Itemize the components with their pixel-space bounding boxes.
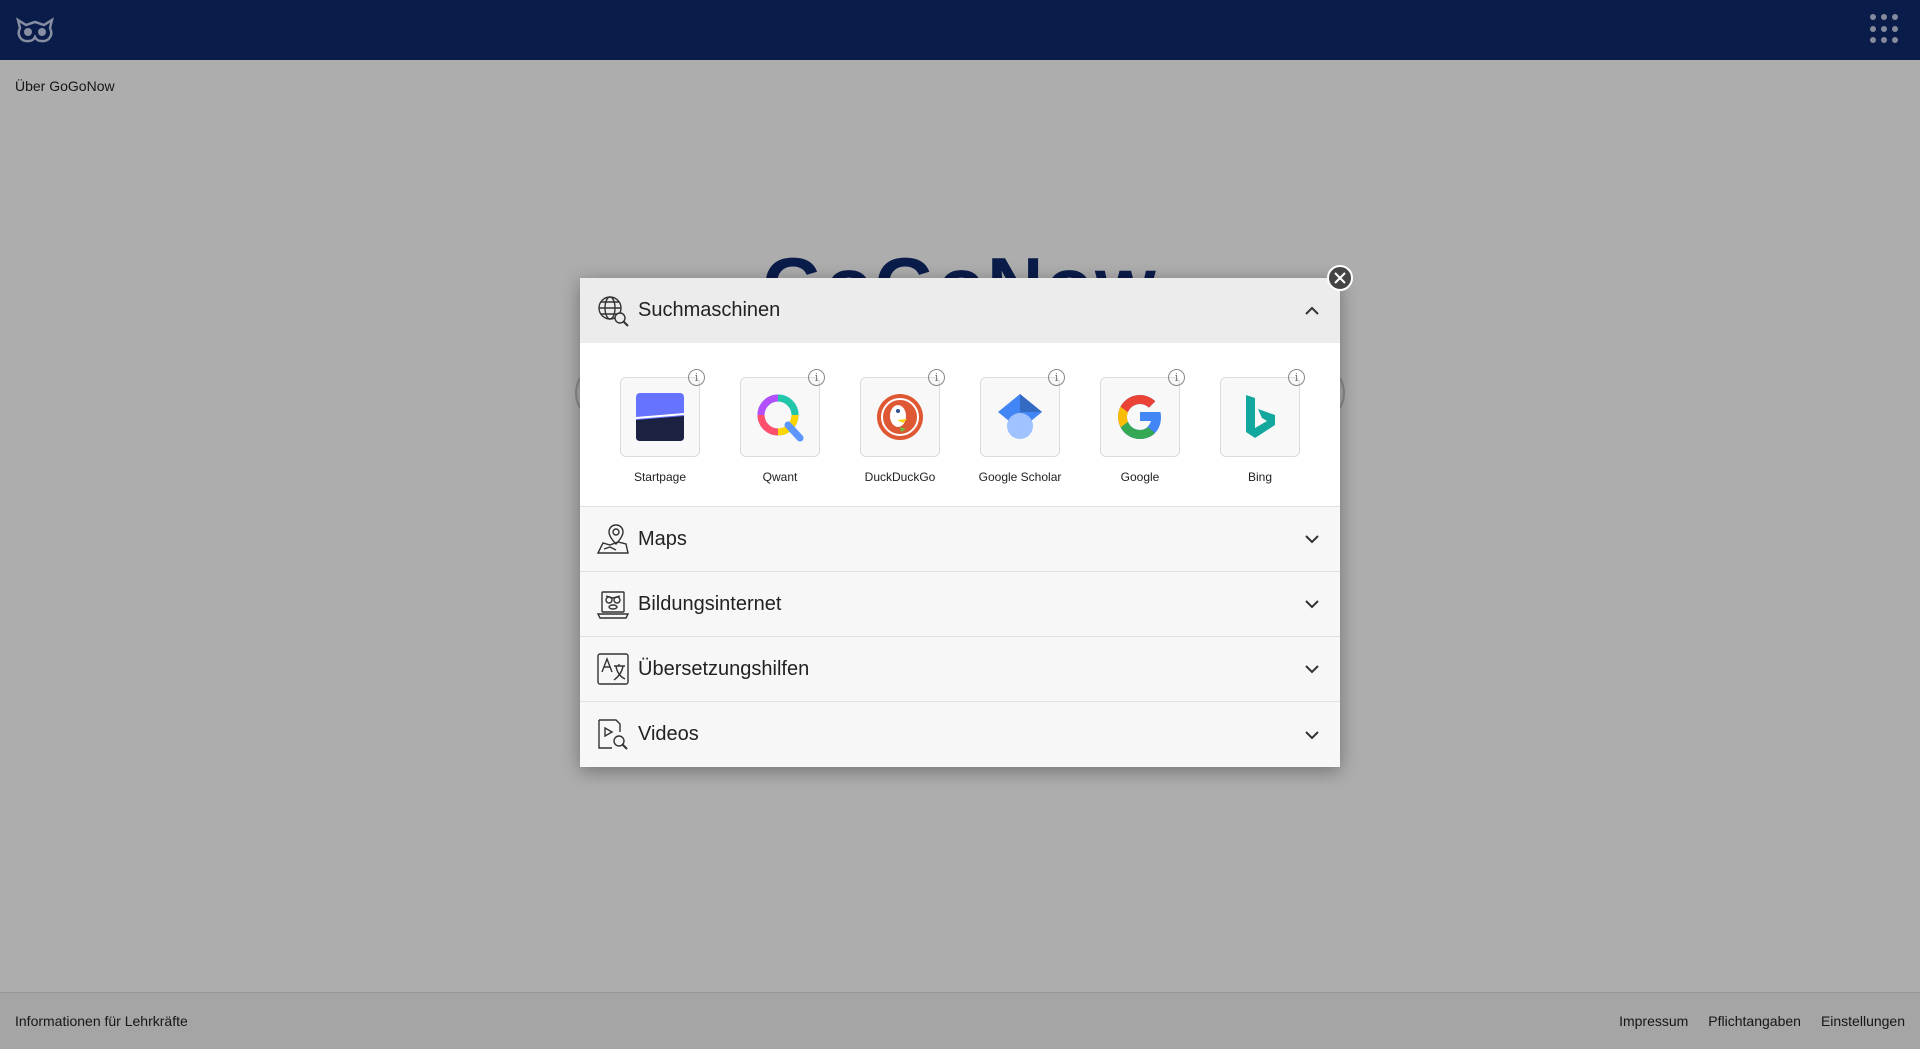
section-header-maps[interactable]: Maps bbox=[580, 507, 1340, 572]
translate-icon bbox=[597, 653, 629, 685]
engine-label: Google bbox=[1120, 470, 1160, 484]
engine-label: Bing bbox=[1247, 470, 1273, 484]
info-icon[interactable]: i bbox=[688, 369, 705, 386]
google-icon bbox=[1118, 395, 1161, 439]
category-modal: Suchmaschinen i Startpage i Qwant i Duck… bbox=[580, 278, 1340, 767]
chevron-down-icon[interactable] bbox=[1302, 529, 1322, 549]
laptop-owl-icon bbox=[596, 591, 630, 619]
bing-icon bbox=[1246, 395, 1275, 438]
search-engine-list: i Startpage i Qwant i DuckDuckGo i Googl… bbox=[580, 343, 1340, 507]
section-title: Übersetzungshilfen bbox=[638, 657, 810, 680]
engine-duckduckgo[interactable]: i DuckDuckGo bbox=[845, 369, 955, 484]
engine-label: Google Scholar bbox=[978, 470, 1062, 484]
section-header-bildungsinternet[interactable]: Bildungsinternet bbox=[580, 572, 1340, 637]
google-scholar-icon bbox=[998, 394, 1042, 439]
info-icon[interactable]: i bbox=[928, 369, 945, 386]
section-header-suchmaschinen[interactable]: Suchmaschinen bbox=[580, 278, 1340, 343]
engine-label: DuckDuckGo bbox=[864, 470, 936, 484]
section-header-videos[interactable]: Videos bbox=[580, 702, 1340, 767]
close-modal-button[interactable] bbox=[1327, 265, 1353, 291]
section-title: Bildungsinternet bbox=[638, 592, 782, 615]
engine-google[interactable]: i Google bbox=[1085, 369, 1195, 484]
engine-qwant[interactable]: i Qwant bbox=[725, 369, 835, 484]
startpage-icon bbox=[635, 393, 685, 441]
engine-label: Qwant bbox=[762, 470, 798, 484]
section-header-uebersetzungshilfen[interactable]: Übersetzungshilfen bbox=[580, 637, 1340, 702]
section-title: Videos bbox=[638, 723, 699, 745]
section-title: Maps bbox=[638, 527, 687, 550]
engine-google-scholar[interactable]: i Google Scholar bbox=[965, 369, 1075, 484]
engine-label: Startpage bbox=[633, 470, 687, 484]
info-icon[interactable]: i bbox=[1048, 369, 1065, 386]
close-icon bbox=[1334, 272, 1346, 284]
info-icon[interactable]: i bbox=[1288, 369, 1305, 386]
chevron-up-icon[interactable] bbox=[1302, 301, 1322, 321]
qwant-icon bbox=[757, 394, 804, 442]
video-search-icon bbox=[598, 718, 628, 750]
info-icon[interactable]: i bbox=[1168, 369, 1185, 386]
info-icon[interactable]: i bbox=[808, 369, 825, 386]
map-pin-icon bbox=[596, 524, 629, 554]
chevron-down-icon[interactable] bbox=[1302, 725, 1322, 745]
engine-bing[interactable]: i Bing bbox=[1205, 369, 1315, 484]
chevron-down-icon[interactable] bbox=[1302, 659, 1322, 679]
chevron-down-icon[interactable] bbox=[1302, 594, 1322, 614]
engine-startpage[interactable]: i Startpage bbox=[605, 369, 715, 484]
globe-search-icon bbox=[598, 295, 629, 327]
section-title: Suchmaschinen bbox=[638, 299, 781, 321]
duckduckgo-icon bbox=[877, 394, 923, 440]
